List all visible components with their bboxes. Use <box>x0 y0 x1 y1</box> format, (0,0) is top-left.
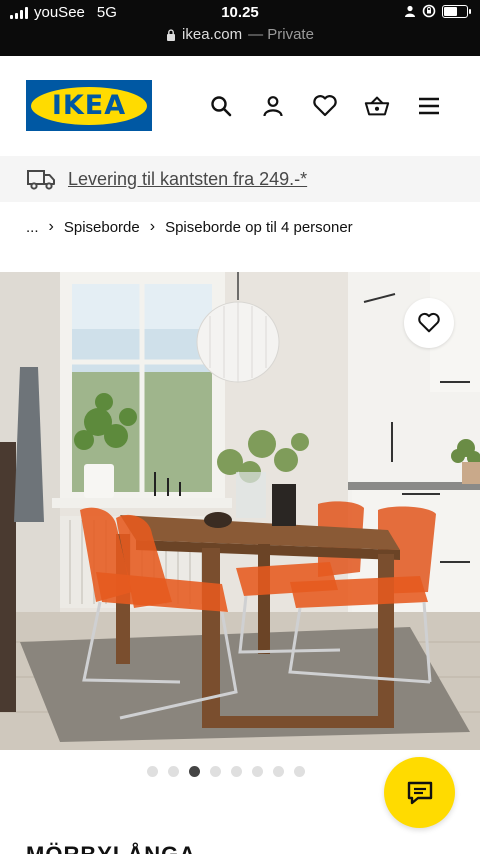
search-button[interactable] <box>208 93 234 119</box>
status-bar: youSee 5G 10.25 ikea.com — Private <box>0 0 480 56</box>
add-to-favourites-button[interactable] <box>404 298 454 348</box>
carousel-dot[interactable] <box>147 766 158 777</box>
breadcrumb-ellipsis[interactable]: ... <box>26 219 39 236</box>
chevron-right-icon: › <box>149 218 156 235</box>
carousel-dot[interactable] <box>294 766 305 777</box>
truck-icon <box>27 170 55 190</box>
favourites-button[interactable] <box>312 93 338 119</box>
user-icon <box>263 96 283 117</box>
url-text: ikea.com <box>182 26 243 43</box>
header-actions <box>208 93 442 119</box>
private-label: — Private <box>248 26 314 43</box>
status-right <box>404 4 471 18</box>
carousel-dot[interactable] <box>189 766 200 777</box>
account-button[interactable] <box>260 93 286 119</box>
carousel-dot[interactable] <box>210 766 221 777</box>
carousel-dot[interactable] <box>252 766 263 777</box>
logo-oval: IKEA <box>31 86 147 125</box>
product-title: MÖRBYLÅNGA <box>26 842 196 854</box>
breadcrumb-item-spiseborde[interactable]: Spiseborde <box>64 219 140 236</box>
site-header: IKEA <box>0 56 480 156</box>
rotation-lock-icon <box>422 4 436 18</box>
product-image[interactable] <box>0 272 480 750</box>
chevron-right-icon: › <box>48 218 54 235</box>
heart-icon <box>418 312 440 333</box>
url-bar[interactable]: ikea.com — Private <box>0 26 480 43</box>
breadcrumb-item-current[interactable]: Spiseborde op til 4 personer <box>165 219 353 236</box>
logo-text: IKEA <box>51 90 127 121</box>
person-icon <box>405 5 415 17</box>
search-icon <box>211 96 232 117</box>
delivery-banner[interactable]: Levering til kantsten fra 249.-* <box>0 156 480 202</box>
breadcrumb: ... › Spiseborde › Spiseborde op til 4 p… <box>26 218 353 236</box>
basket-icon <box>364 96 390 116</box>
menu-icon <box>419 97 439 115</box>
ikea-logo[interactable]: IKEA <box>26 80 152 131</box>
menu-button[interactable] <box>416 93 442 119</box>
battery-icon <box>442 4 471 18</box>
delivery-link[interactable]: Levering til kantsten fra 249.-* <box>68 169 307 190</box>
heart-icon <box>313 95 337 117</box>
lock-icon <box>167 28 176 41</box>
carousel-dot[interactable] <box>273 766 284 777</box>
carousel-dot[interactable] <box>168 766 179 777</box>
chat-button[interactable] <box>384 757 455 828</box>
chat-icon <box>407 781 432 804</box>
carousel-dot[interactable] <box>231 766 242 777</box>
dining-room-photo <box>0 272 480 750</box>
basket-button[interactable] <box>364 93 390 119</box>
